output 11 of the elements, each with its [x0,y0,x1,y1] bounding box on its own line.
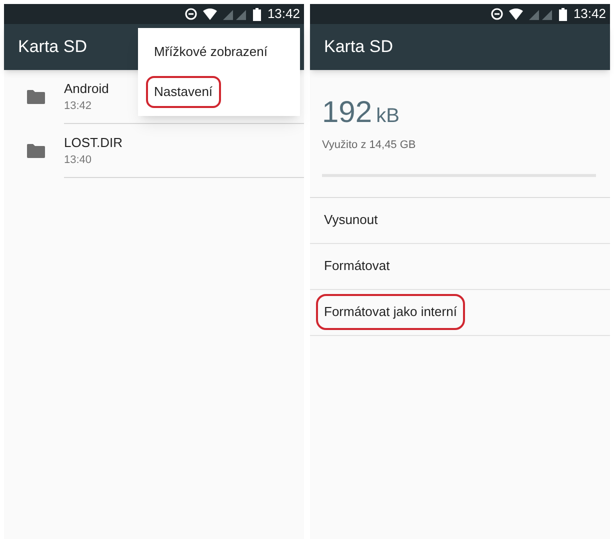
used-unit: kB [376,104,400,129]
file-name: Android [64,80,109,98]
file-time: 13:40 [64,153,92,168]
toolbar-title: Karta SD [324,36,393,58]
status-time: 13:42 [573,5,606,24]
file-time: 13:42 [64,99,92,114]
toolbar-title: Karta SD [18,36,87,58]
status-time: 13:42 [267,5,300,24]
used-value: 192 [322,95,372,131]
file-name: LOST.DIR [64,134,123,152]
storage-caption: Využito z 14,45 GB [322,138,417,153]
